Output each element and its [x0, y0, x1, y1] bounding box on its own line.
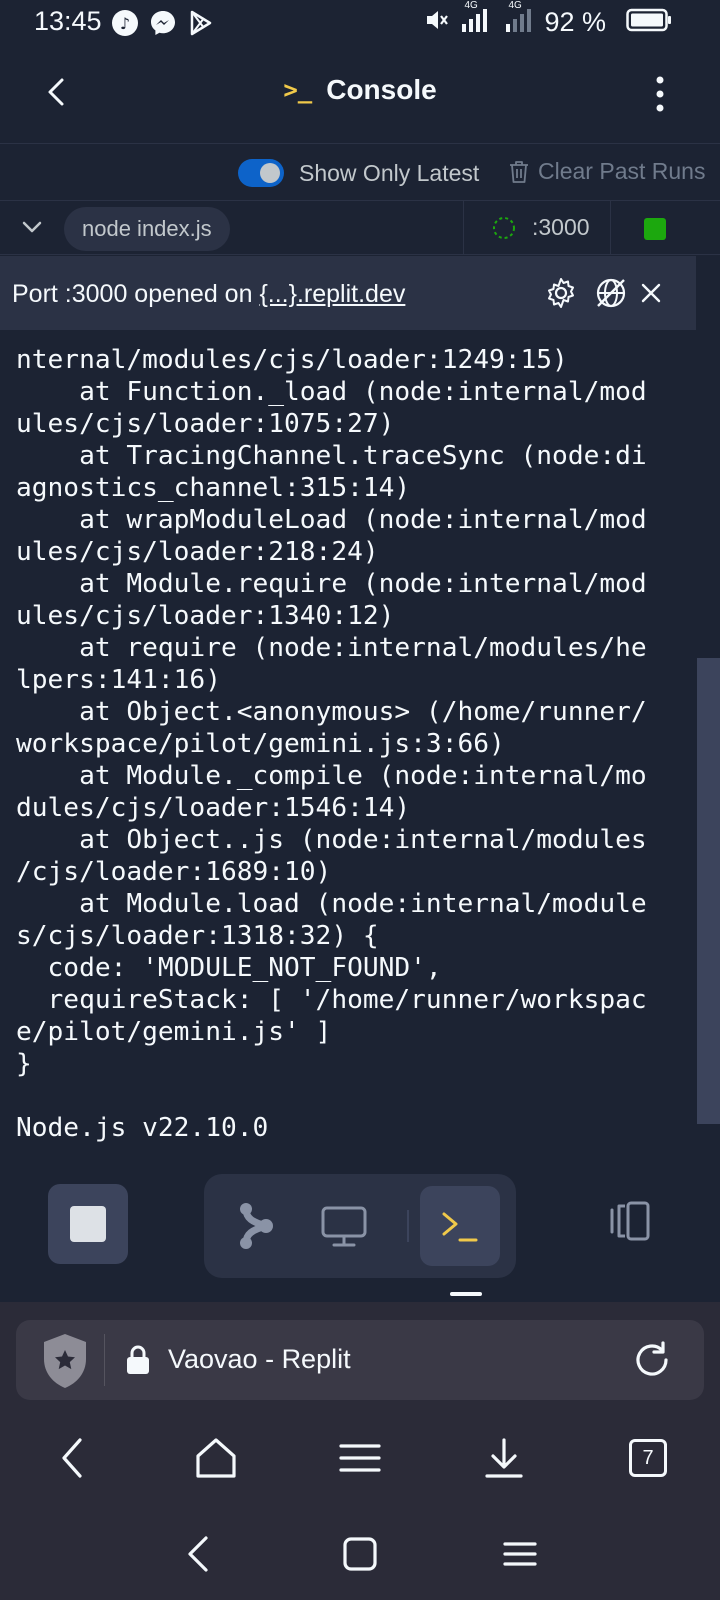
shield-icon — [44, 1334, 86, 1388]
panel-layout-icon — [610, 1201, 650, 1241]
globe-off-icon — [596, 278, 626, 308]
recents-icon — [503, 1542, 537, 1566]
close-icon — [641, 283, 661, 303]
battery-icon — [626, 8, 672, 37]
hide-port-button[interactable] — [594, 276, 628, 310]
page-title: >_ Console — [0, 74, 720, 106]
divider — [463, 201, 464, 255]
more-options-button[interactable] — [650, 74, 670, 114]
downloads-button[interactable] — [480, 1434, 528, 1482]
home-button[interactable] — [192, 1434, 240, 1482]
divider — [104, 1334, 105, 1386]
hamburger-icon — [339, 1444, 381, 1472]
tab-count-icon: 7 — [629, 1439, 667, 1477]
port-banner-text: Port :3000 opened on {...}.replit.dev — [12, 280, 405, 309]
system-recents-button[interactable] — [498, 1532, 542, 1576]
run-command-pill[interactable]: node index.js — [64, 207, 230, 251]
network-type-2: 4G — [508, 0, 522, 11]
square-icon — [343, 1537, 377, 1571]
reload-icon — [636, 1341, 668, 1376]
menu-button[interactable] — [336, 1434, 384, 1482]
layout-toggle-button[interactable] — [606, 1196, 656, 1246]
chevron-left-icon — [188, 1536, 208, 1572]
agent-icon — [240, 1203, 273, 1249]
port-label: :3000 — [532, 214, 590, 240]
tab-separator — [407, 1210, 409, 1242]
bottom-dock — [0, 1160, 720, 1300]
console-scrollbar-thumb[interactable] — [697, 658, 720, 1124]
clear-past-runs-button[interactable]: Clear Past Runs — [508, 158, 705, 185]
terminal-icon — [442, 1212, 478, 1242]
console-toolbar: Show Only Latest Clear Past Runs — [0, 145, 720, 201]
tab-agent[interactable] — [218, 1186, 298, 1266]
reload-button[interactable] — [630, 1338, 674, 1382]
page-title-url: Vaovao - Replit — [168, 1344, 351, 1374]
show-only-latest-label: Show Only Latest — [299, 160, 480, 186]
svg-text:♪: ♪ — [120, 14, 130, 33]
battery-percent: 92 % — [544, 7, 606, 37]
status-bar: 13:45 ♪ 4G 4G 92 % — [0, 0, 720, 44]
run-row: node index.js :3000 — [0, 201, 720, 255]
system-nav-bar — [0, 1510, 720, 1600]
status-notification-icons: ♪ — [110, 8, 216, 38]
loading-ring-icon — [493, 216, 515, 239]
system-home-button[interactable] — [338, 1532, 382, 1576]
page-title-text: Console — [326, 74, 437, 105]
port-opened-banner: Port :3000 opened on {...}.replit.dev — [0, 256, 696, 330]
download-icon — [485, 1438, 523, 1478]
mute-icon — [424, 7, 450, 38]
tab-webview[interactable] — [304, 1186, 384, 1266]
stop-button[interactable] — [48, 1184, 128, 1264]
browser-back-button[interactable] — [48, 1434, 96, 1482]
kebab-menu-icon — [656, 76, 664, 112]
lock-icon — [124, 1344, 152, 1376]
toggle-knob — [260, 163, 280, 183]
tiktok-icon: ♪ — [110, 8, 140, 38]
signal-icon-sim1: 4G — [460, 0, 494, 39]
divider — [610, 201, 611, 255]
drag-handle[interactable] — [450, 1292, 482, 1296]
port-banner-prefix: Port :3000 opened on — [12, 280, 260, 308]
port-banner-link[interactable]: {...}.replit.dev — [259, 280, 405, 308]
running-status-indicator — [644, 218, 666, 240]
monitor-icon — [321, 1206, 367, 1247]
show-only-latest-toggle[interactable] — [238, 159, 284, 187]
terminal-icon: >_ — [283, 76, 313, 104]
stop-icon — [70, 1206, 106, 1242]
trash-icon — [510, 160, 528, 183]
port-badge[interactable]: :3000 — [492, 214, 590, 241]
port-settings-button[interactable] — [544, 276, 578, 310]
gear-icon — [548, 278, 574, 308]
messenger-icon — [148, 8, 178, 38]
browser-chrome: Vaovao - Replit 7 — [0, 1302, 720, 1600]
play-store-icon — [186, 8, 216, 38]
console-header: >_ Console — [0, 44, 720, 144]
tracking-protection-button[interactable] — [40, 1332, 90, 1390]
chevron-left-icon — [62, 1438, 82, 1478]
clear-past-runs-label: Clear Past Runs — [538, 158, 706, 184]
signal-icon-sim2: 4G — [504, 0, 534, 39]
chevron-down-icon — [22, 221, 42, 233]
tab-console[interactable] — [420, 1186, 500, 1266]
status-system-icons: 4G 4G 92 % — [424, 0, 672, 39]
tabs-button[interactable]: 7 — [624, 1434, 672, 1482]
system-back-button[interactable] — [178, 1532, 222, 1576]
dock-tabs — [204, 1174, 516, 1278]
address-bar[interactable]: Vaovao - Replit — [16, 1320, 704, 1400]
browser-nav-row: 7 — [0, 1410, 720, 1510]
console-output-text: nternal/modules/cjs/loader:1249:15) at F… — [16, 345, 647, 1143]
close-banner-button[interactable] — [634, 276, 668, 310]
status-time: 13:45 — [34, 6, 102, 36]
collapse-run-button[interactable] — [18, 213, 46, 241]
home-icon — [196, 1438, 236, 1478]
network-type-1: 4G — [464, 0, 478, 11]
console-output[interactable]: nternal/modules/cjs/loader:1249:15) at F… — [0, 330, 696, 1160]
